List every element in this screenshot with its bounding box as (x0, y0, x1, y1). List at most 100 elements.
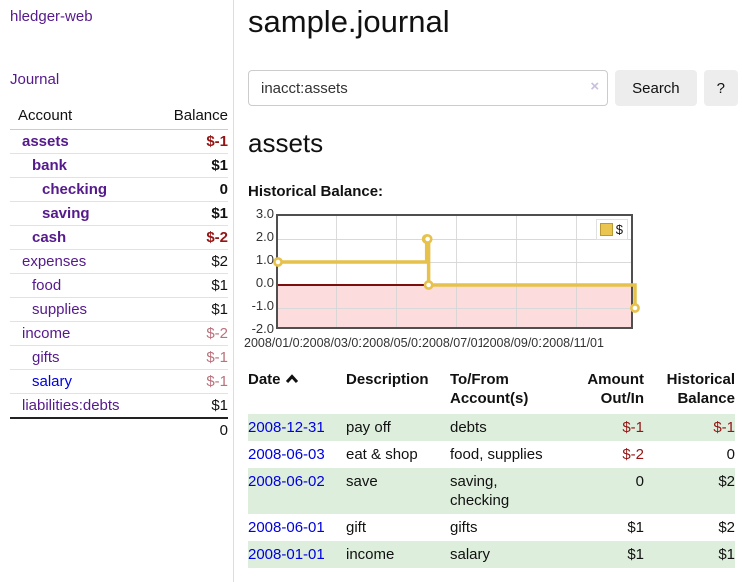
hledger-web-page: hledger-web Journal Account Balance asse… (0, 0, 742, 582)
column-balance[interactable]: Historical Balance (644, 370, 735, 414)
transaction-balance: 0 (644, 441, 735, 468)
register-table: Date Description To/From Account(s) Amou… (248, 370, 735, 568)
transaction-description: eat & shop (346, 441, 450, 468)
x-tick-label: 2008/09/01 (482, 336, 547, 350)
account-row: assets $-1 (10, 130, 228, 154)
transaction-balance: $2 (644, 514, 735, 541)
chart-title: Historical Balance: (248, 183, 738, 200)
transaction-accounts: debts (450, 414, 560, 441)
data-point-marker (425, 281, 432, 288)
chart-legend: $ (596, 219, 628, 240)
account-balance: $-1 (149, 346, 228, 370)
account-balance: $1 (149, 202, 228, 226)
transaction-balance: $2 (644, 468, 735, 514)
search-form: × Search ? (248, 70, 738, 106)
account-link-liabilities-debts[interactable]: liabilities:debts (22, 397, 120, 414)
account-balance: $-2 (149, 322, 228, 346)
transaction-balance: $-1 (644, 414, 735, 441)
sort-asc-icon (285, 370, 299, 389)
account-link-saving[interactable]: saving (42, 205, 90, 222)
transaction-accounts: food, supplies (450, 441, 560, 468)
chart-plot-area: $ (276, 214, 633, 329)
transaction-amount: $-1 (560, 414, 644, 441)
page-title: sample.journal (248, 4, 738, 40)
account-link-checking[interactable]: checking (42, 181, 107, 198)
main-content: sample.journal × Search ? assets Histori… (248, 0, 738, 568)
data-point-marker (424, 235, 431, 242)
accounts-total-row: 0 (10, 418, 228, 442)
account-link-salary[interactable]: salary (32, 373, 72, 390)
x-tick-label: 2008/05/01 (361, 336, 426, 350)
transaction-accounts: saving, checking (450, 468, 560, 514)
account-link-expenses[interactable]: expenses (22, 253, 86, 270)
account-link-bank[interactable]: bank (32, 157, 67, 174)
transaction-date-link[interactable]: 2008-06-02 (248, 473, 325, 490)
account-balance: $1 (149, 154, 228, 178)
clear-search-icon[interactable]: × (590, 78, 599, 95)
account-row: food $1 (10, 274, 228, 298)
account-link-food[interactable]: food (32, 277, 61, 294)
search-button[interactable]: Search (615, 70, 697, 106)
x-tick-label: 2008/11/01 (541, 336, 605, 350)
account-balance: $-1 (149, 130, 228, 154)
transaction-date-link[interactable]: 2008-12-31 (248, 419, 325, 436)
help-button[interactable]: ? (704, 70, 738, 106)
search-input[interactable] (248, 70, 608, 106)
register-header-row: Date Description To/From Account(s) Amou… (248, 370, 735, 414)
account-row: liabilities:debts $1 (10, 394, 228, 419)
column-accounts[interactable]: To/From Account(s) (450, 370, 560, 414)
transaction-description: gift (346, 514, 450, 541)
transaction-date-link[interactable]: 2008-06-03 (248, 446, 325, 463)
register-row: 2008-06-03 eat & shop food, supplies $-2… (248, 441, 735, 468)
balance-chart: $ 3.02.01.00.0-1.0-2.02008/01/012008/03/… (248, 212, 738, 344)
transaction-description: save (346, 468, 450, 514)
column-description[interactable]: Description (346, 370, 450, 414)
transaction-description: pay off (346, 414, 450, 441)
transaction-amount: $1 (560, 514, 644, 541)
accounts-total-value: 0 (149, 418, 228, 442)
register-row: 2008-01-01 income salary $1 $1 (248, 541, 735, 568)
account-row: saving $1 (10, 202, 228, 226)
transaction-balance: $1 (644, 541, 735, 568)
account-link-income[interactable]: income (22, 325, 70, 342)
column-amount[interactable]: Amount Out/In (560, 370, 644, 414)
brand-link[interactable]: hledger-web (10, 8, 93, 25)
account-balance: $-1 (149, 370, 228, 394)
accounts-header-account: Account (10, 104, 149, 130)
transaction-description: income (346, 541, 450, 568)
account-link-cash[interactable]: cash (32, 229, 66, 246)
account-row: income $-2 (10, 322, 228, 346)
transaction-accounts: salary (450, 541, 560, 568)
x-tick-label: 2008/03/01 (302, 336, 367, 350)
column-date[interactable]: Date (248, 370, 346, 414)
y-tick-label: 3.0 (248, 207, 274, 221)
account-balance: $1 (149, 274, 228, 298)
account-row: gifts $-1 (10, 346, 228, 370)
transaction-accounts: gifts (450, 514, 560, 541)
transaction-amount: $-2 (560, 441, 644, 468)
accounts-header-balance: Balance (149, 104, 228, 130)
x-tick-label: 2008/07/01 (421, 336, 486, 350)
register-row: 2008-06-01 gift gifts $1 $2 (248, 514, 735, 541)
x-tick-label: 2008/01/01 (243, 336, 308, 350)
account-row: expenses $2 (10, 250, 228, 274)
account-link-gifts[interactable]: gifts (32, 349, 60, 366)
legend-swatch-icon (600, 223, 613, 236)
transaction-date-link[interactable]: 2008-06-01 (248, 519, 325, 536)
y-tick-label: 1.0 (248, 253, 274, 267)
balance-series (278, 216, 635, 331)
y-tick-label: 2.0 (248, 230, 274, 244)
account-heading: assets (248, 128, 738, 159)
account-balance: $1 (149, 298, 228, 322)
sidebar-item-journal[interactable]: Journal (10, 71, 59, 88)
register-row: 2008-06-02 save saving, checking 0 $2 (248, 468, 735, 514)
legend-label: $ (616, 222, 623, 237)
account-link-supplies[interactable]: supplies (32, 301, 87, 318)
account-link-assets[interactable]: assets (22, 133, 69, 150)
account-row: supplies $1 (10, 298, 228, 322)
transaction-date-link[interactable]: 2008-01-01 (248, 546, 325, 563)
account-row: bank $1 (10, 154, 228, 178)
account-balance: $1 (149, 394, 228, 419)
account-row: checking 0 (10, 178, 228, 202)
accounts-header-row: Account Balance (10, 104, 228, 130)
